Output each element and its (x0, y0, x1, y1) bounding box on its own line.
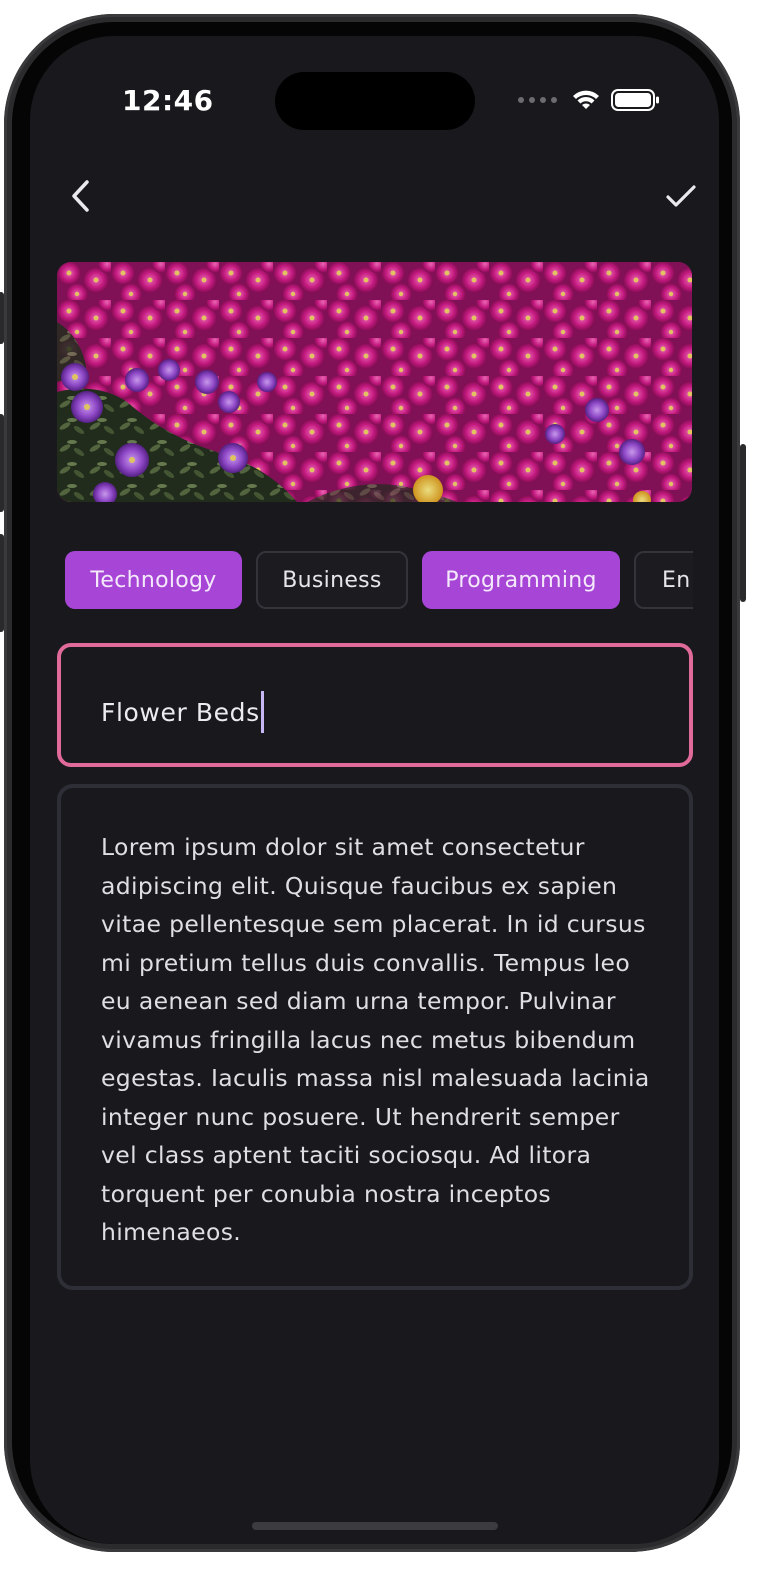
action-button (0, 292, 4, 344)
chip-programming[interactable]: Programming (422, 551, 620, 609)
cover-image[interactable] (57, 262, 692, 502)
text-caret (260, 691, 264, 733)
status-time: 12:46 (122, 84, 214, 117)
title-input[interactable]: Flower Beds (57, 643, 693, 767)
back-button[interactable] (60, 176, 100, 216)
status-icons (518, 88, 661, 112)
chip-business[interactable]: Business (256, 551, 408, 609)
body-textarea[interactable]: Lorem ipsum dolor sit amet consectetur a… (57, 784, 693, 1290)
chip-label: Technology (90, 567, 217, 593)
category-chips: Technology Business Programming En (65, 551, 693, 613)
dynamic-island (275, 72, 475, 130)
flower-bed-photo (57, 262, 692, 502)
chevron-left-icon (72, 180, 89, 212)
battery-icon (611, 89, 659, 111)
volume-down-button (0, 534, 4, 632)
screen: 12:46 Technology Business Programming En… (30, 36, 719, 1544)
checkmark-icon (666, 185, 696, 207)
chip-label: Business (282, 567, 382, 593)
wifi-icon (573, 90, 599, 109)
home-indicator[interactable] (252, 1522, 498, 1530)
chip-partial[interactable]: En (634, 551, 693, 609)
cellular-signal-icon (518, 97, 557, 103)
phone-frame: 12:46 Technology Business Programming En… (0, 14, 746, 1552)
power-button (740, 444, 746, 602)
title-input-value: Flower Beds (101, 697, 260, 727)
chip-technology[interactable]: Technology (65, 551, 242, 609)
volume-up-button (0, 414, 4, 512)
save-button[interactable] (661, 176, 701, 216)
chip-label: Programming (445, 567, 597, 593)
title-input-value-wrap: Flower Beds (101, 691, 264, 733)
body-textarea-value: Lorem ipsum dolor sit amet consectetur a… (101, 833, 650, 1246)
chip-label: En (662, 567, 691, 593)
